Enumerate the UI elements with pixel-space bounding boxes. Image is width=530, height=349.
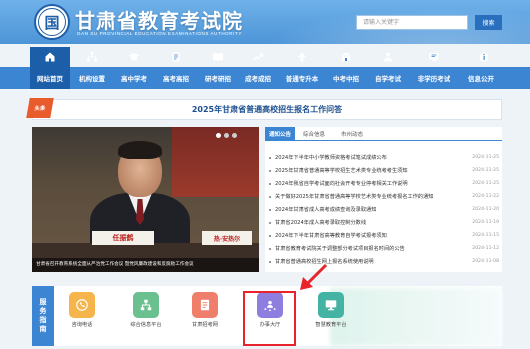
carousel-dot[interactable] [216,133,221,138]
news-date: 2024-11-20 [472,207,499,212]
nav-item-non-degree-exam[interactable]: 非学历考试 [410,67,458,89]
headline-tag: 头条 [26,98,54,118]
tab-notices[interactable]: 通知公告 [265,127,295,141]
nav-item-upgrade-exam[interactable]: 普通专升本 [280,67,324,89]
logo-emblem: 国 [38,8,66,36]
bullet-icon [269,247,271,250]
site-logo[interactable]: 国 [34,4,70,40]
blurred-region [330,288,502,346]
site-title[interactable]: 甘肃省教育考试院 [75,5,243,34]
exam-paper-icon[interactable] [156,47,196,67]
service-exam-site[interactable]: 甘肃招考网 [183,292,227,344]
news-title[interactable]: 2024年我省自学考试面向社会开考专业停考相关工作说明 [275,180,465,187]
nav-item-self-study-exam[interactable]: 自学考试 [368,67,408,89]
photo-nameplate-secondary: 热·安热尔 [202,231,252,245]
headline-link[interactable]: 2025年甘肃省普通高校招生报名工作问答 [32,99,502,120]
network-icon [133,292,159,318]
news-list-item[interactable]: 2024年我省自学考试面向社会开考专业停考相关工作说明 2024-11-25 [269,178,499,189]
main-nav: 网站首页 机构设置 高中学考 高考高招 研考研招 成考成招 普通专升本 中考中招… [0,67,530,89]
news-list-item[interactable]: 2025年甘肃省普通高等学校招生艺术类专业统考考生须知 2024-11-25 [269,165,499,176]
news-date: 2024-11-08 [472,259,499,264]
news-date: 2024-11-25 [472,155,499,160]
bullet-icon [269,260,271,263]
phone-icon [69,292,95,318]
tab-general-info[interactable]: 综合信息 [297,127,331,141]
news-photo-carousel[interactable]: 任振鹤 热·安热尔 甘肃省召开教育系统全面从严治党工作会议 暨党风廉政建设和反腐… [32,127,259,272]
news-date: 2024-11-25 [472,181,499,186]
monitor-icon [318,292,344,318]
highlight-box [243,291,296,346]
service-label: 综合信息平台 [130,322,162,328]
carousel-dot[interactable] [232,133,237,138]
home-icon[interactable] [30,47,70,67]
nav-item-middle-school-exam[interactable]: 中考中招 [326,67,366,89]
org-chart-icon[interactable] [72,47,112,67]
school-icon[interactable] [326,47,366,67]
nav-item-info-disclosure[interactable]: 信息公开 [460,67,502,89]
news-title[interactable]: 2025年甘肃省普通高等学校招生艺术类专业统考考生须知 [275,167,465,174]
upgrade-icon[interactable] [282,47,322,67]
news-list-item[interactable]: 2024年下半年甘肃省高等教育自学考试报考须知 2024-11-15 [269,230,499,241]
news-title[interactable]: 甘肃省教育考试院关于调整部分考试项目报名时间的公告 [275,245,465,252]
document-icon [192,292,218,318]
nav-item-home[interactable]: 网站首页 [30,67,70,89]
bullet-icon [269,221,271,224]
news-list-item[interactable]: 2024年下半年中小学教师资格考试笔试成绩公布 2024-11-25 [269,152,499,163]
service-label: 咨询电话 [71,322,93,328]
tab-city-news[interactable]: 市州动态 [335,127,369,141]
news-date: 2024-11-25 [472,168,499,173]
service-smart-education[interactable]: 智慧教育平台 [309,292,353,344]
news-title[interactable]: 甘肃省2024年成人高考录取控制分数线 [275,219,465,226]
carousel-dots [216,133,237,138]
photo-caption[interactable]: 甘肃省召开教育系统全面从严治党工作会议 暨党风廉政建设和反腐败工作会议 [32,258,259,272]
carousel-dot[interactable] [224,133,229,138]
chart-up-icon[interactable] [238,47,278,67]
bullet-icon [269,208,271,211]
photo-nameplate: 任振鹤 [92,231,154,245]
self-study-icon[interactable] [368,47,408,67]
news-date: 2024-11-22 [472,194,499,199]
site-subtitle: GAN SU PROVINCIAL EDUCATION EXAMINATIONS… [77,31,242,36]
news-date: 2024-11-15 [472,233,499,238]
pointer-arrow-icon [300,263,328,290]
service-guide-label: 服务指南 [32,286,54,346]
service-consult-phone[interactable]: 咨询电话 [60,292,104,344]
graduation-cap-icon[interactable] [114,47,154,67]
news-tabs: 通知公告 综合信息 市州动态 [265,127,502,141]
news-title[interactable]: 2024年下半年中小学教师资格考试笔试成绩公布 [275,154,465,161]
bullet-icon [269,182,271,185]
nav-item-organization[interactable]: 机构设置 [72,67,112,89]
bullet-icon [269,156,271,159]
nav-item-college-exam[interactable]: 高考高招 [156,67,196,89]
news-title[interactable]: 2024年甘肃省成人高考成绩查询及录取通知 [275,206,465,213]
nav-item-high-school-exam[interactable]: 高中学考 [114,67,154,89]
search-button[interactable]: 搜索 [475,15,502,30]
news-list-item[interactable]: 甘肃省2024年成人高考录取控制分数线 2024-11-19 [269,217,499,228]
certificate-icon[interactable] [414,47,454,67]
nav-item-graduate-exam[interactable]: 研考研招 [198,67,238,89]
service-info-platform[interactable]: 综合信息平台 [124,292,168,344]
book-icon[interactable] [198,47,238,67]
news-title[interactable]: 关于做好2025年甘肃省普通高等学校艺术类专业统考报名工作的通知 [275,193,465,200]
news-list-item[interactable]: 关于做好2025年甘肃省普通高等学校艺术类专业统考报名工作的通知 2024-11-… [269,191,499,202]
bullet-icon [269,195,271,198]
news-panel: 通知公告 综合信息 市州动态 2024年下半年中小学教师资格考试笔试成绩公布 20… [265,127,502,272]
service-label: 智慧教育平台 [315,322,347,328]
search-input[interactable] [356,15,468,30]
service-label: 甘肃招考网 [192,322,218,328]
bullet-icon [269,234,271,237]
news-title[interactable]: 2024年下半年甘肃省高等教育自学考试报考须知 [275,232,465,239]
nav-item-adult-exam[interactable]: 成考成招 [238,67,278,89]
photo-person-hair [118,141,162,159]
news-date: 2024-11-19 [472,220,499,225]
news-date: 2024-11-12 [472,246,499,251]
info-disclosure-icon[interactable] [464,47,504,67]
news-list-item[interactable]: 甘肃省教育考试院关于调整部分考试项目报名时间的公告 2024-11-12 [269,243,499,254]
news-list-item[interactable]: 2024年甘肃省成人高考成绩查询及录取通知 2024-11-20 [269,204,499,215]
bullet-icon [269,169,271,172]
